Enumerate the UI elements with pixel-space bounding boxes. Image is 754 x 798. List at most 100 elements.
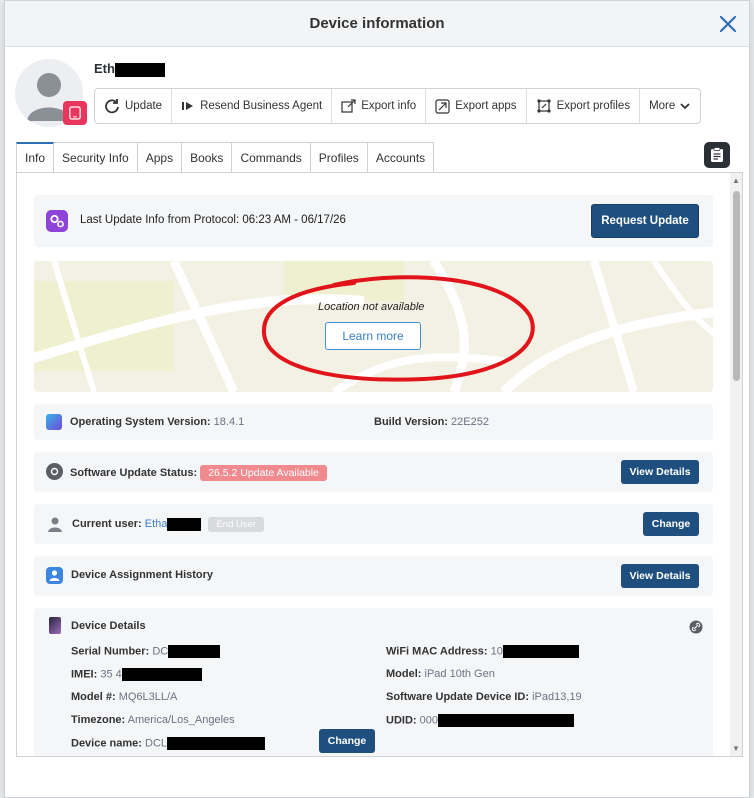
device-details-card: Device Details Serial Number: DC IMEI: 3… xyxy=(34,608,713,756)
udid-value: 000 xyxy=(419,714,438,727)
timezone-value: America/Los_Angeles xyxy=(127,714,235,726)
wifi-mac-row: WiFi MAC Address: 10 xyxy=(386,645,579,658)
gears-icon xyxy=(46,210,68,232)
tab-info[interactable]: Info xyxy=(16,142,55,173)
refresh-icon xyxy=(105,99,119,114)
os-version-card: Operating System Version: 18.4.1 Build V… xyxy=(34,404,713,440)
model-row: Model: iPad 10th Gen xyxy=(386,668,495,680)
change-device-name-button[interactable]: Change xyxy=(319,729,375,753)
device-name-value: DCL xyxy=(145,737,168,750)
update-available-badge: 26.5.2 Update Available xyxy=(200,465,327,481)
model-number-row: Model #: MQ6L3LL/A xyxy=(71,691,177,703)
resend-business-agent-button[interactable]: Resend Business Agent xyxy=(172,89,333,123)
tab-accounts[interactable]: Accounts xyxy=(367,142,435,173)
clipboard-icon xyxy=(711,147,723,162)
red-annotation-circle xyxy=(261,275,535,382)
model-number-label: Model #: xyxy=(71,691,116,703)
device-details-title: Device Details xyxy=(71,620,146,632)
more-dropdown[interactable]: More xyxy=(640,89,700,123)
device-name-text: Eth xyxy=(94,61,115,76)
redacted-block xyxy=(502,645,579,658)
build-version-label: Build Version: xyxy=(374,416,448,428)
timezone-label: Timezone: xyxy=(71,714,126,726)
export-profiles-button[interactable]: Export profiles xyxy=(527,89,641,123)
software-update-row: Software Update Status: 26.5.2 Update Av… xyxy=(70,465,327,481)
user-icon xyxy=(48,517,62,532)
clipboard-button[interactable] xyxy=(704,142,730,168)
export-icon xyxy=(341,98,356,113)
scroll-thumb[interactable] xyxy=(733,191,740,381)
sw-device-id-label: Software Update Device ID: xyxy=(386,691,530,703)
resend-agent-label: Resend Business Agent xyxy=(200,100,323,112)
scroll-up-icon[interactable]: ▲ xyxy=(732,176,740,185)
imei-row: IMEI: 35 4 xyxy=(71,668,202,681)
build-version-row: Build Version: 22E252 xyxy=(374,416,489,428)
redacted-block xyxy=(114,62,165,77)
dialog-title: Device information xyxy=(309,15,445,32)
device-information-dialog: Device information Eth Update Resend Bus… xyxy=(4,0,750,798)
model-number-value: MQ6L3LL/A xyxy=(118,691,178,703)
model-value: iPad 10th Gen xyxy=(424,668,495,680)
software-update-label: Software Update Status: xyxy=(70,467,198,479)
dialog-header: Device information xyxy=(5,1,749,47)
device-name-field-label: Device name: xyxy=(71,737,142,750)
info-panel: Last Update Info from Protocol: 06:23 AM… xyxy=(16,172,743,757)
scrollbar[interactable]: ▲ ▼ xyxy=(730,173,742,756)
export-apps-button[interactable]: Export apps xyxy=(426,89,527,123)
more-label: More xyxy=(649,100,676,112)
serial-number-value: DC xyxy=(152,645,169,658)
ipad-icon xyxy=(49,617,61,634)
settings-gear-icon xyxy=(46,463,63,480)
os-icon xyxy=(46,414,62,430)
current-user-link[interactable]: Etha xyxy=(145,518,168,530)
udid-row: UDID: 000 xyxy=(386,714,574,727)
wifi-mac-value: 10 xyxy=(490,645,503,658)
last-update-card: Last Update Info from Protocol: 06:23 AM… xyxy=(34,195,713,247)
redacted-block xyxy=(167,737,266,750)
timezone-row: Timezone: America/Los_Angeles xyxy=(71,714,235,726)
software-update-view-details-button[interactable]: View Details xyxy=(621,460,699,484)
export-frame-icon xyxy=(536,99,551,113)
imei-value: 35 4 xyxy=(100,668,122,681)
user-role-badge: End User xyxy=(208,517,265,532)
tab-apps[interactable]: Apps xyxy=(137,142,183,173)
change-user-button[interactable]: Change xyxy=(643,512,699,536)
model-label: Model: xyxy=(386,668,422,680)
export-info-button[interactable]: Export info xyxy=(332,89,427,123)
close-icon[interactable] xyxy=(717,13,739,35)
update-button[interactable]: Update xyxy=(95,89,173,123)
redacted-block xyxy=(168,645,221,658)
current-user-row: Current user: Etha End User xyxy=(72,517,265,532)
assignment-user-icon xyxy=(46,567,63,584)
tab-security-info[interactable]: Security Info xyxy=(54,142,138,173)
send-agent-icon xyxy=(182,102,194,110)
request-update-button[interactable]: Request Update xyxy=(591,204,699,238)
scroll-down-icon[interactable]: ▼ xyxy=(732,744,740,753)
location-map: Location not available Learn more xyxy=(34,261,713,392)
export-arrow-icon xyxy=(435,98,450,114)
current-user-label: Current user: xyxy=(72,518,142,530)
os-version-value: 18.4.1 xyxy=(213,416,245,428)
link-icon[interactable] xyxy=(689,620,703,634)
assignment-view-details-button[interactable]: View Details xyxy=(621,564,699,588)
chevron-down-icon xyxy=(680,103,690,110)
update-label: Update xyxy=(125,100,163,112)
tab-books[interactable]: Books xyxy=(182,142,233,173)
export-profiles-label: Export profiles xyxy=(556,100,631,112)
tab-commands[interactable]: Commands xyxy=(232,142,311,173)
tab-profiles[interactable]: Profiles xyxy=(310,142,368,173)
software-update-card: Software Update Status: 26.5.2 Update Av… xyxy=(34,452,713,492)
tablet-icon xyxy=(63,101,87,125)
sw-device-id-row: Software Update Device ID: iPad13,19 xyxy=(386,691,582,703)
udid-label: UDID: xyxy=(386,714,417,727)
imei-label: IMEI: xyxy=(71,668,98,681)
tab-bar: Info Security Info Apps Books Commands P… xyxy=(16,142,435,173)
device-name: Eth xyxy=(94,61,165,77)
assignment-history-label: Device Assignment History xyxy=(71,569,214,581)
os-version-row: Operating System Version: 18.4.1 xyxy=(70,416,244,428)
os-version-label: Operating System Version: xyxy=(70,416,211,428)
serial-number-label: Serial Number: xyxy=(71,645,150,658)
assignment-history-card: Device Assignment History View Details xyxy=(34,556,713,596)
current-user-card: Current user: Etha End User Change xyxy=(34,504,713,544)
serial-number-row: Serial Number: DC xyxy=(71,645,221,658)
